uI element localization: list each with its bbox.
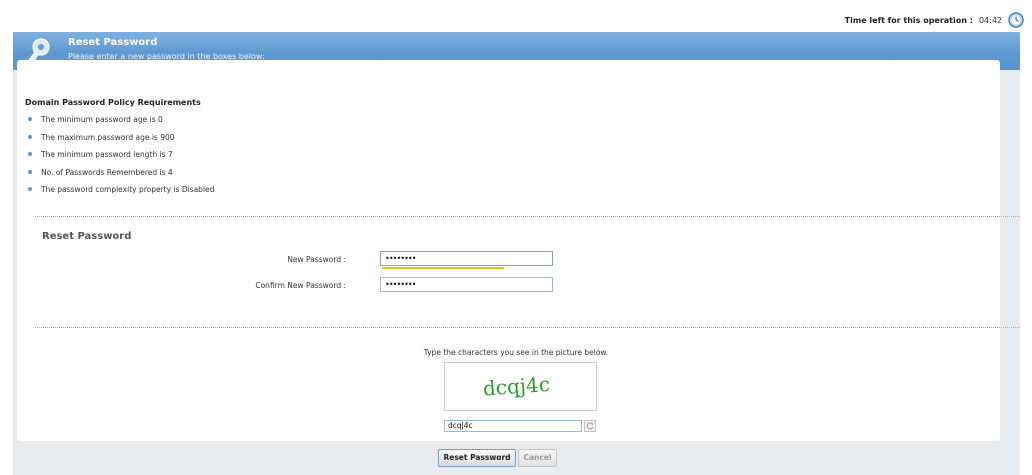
reset-password-button[interactable]: Reset Password xyxy=(438,449,516,467)
new-password-field[interactable]: •••••••• xyxy=(380,251,553,266)
captcha-graphic: dcqj4c xyxy=(482,372,550,401)
confirm-password-field[interactable]: •••••••• xyxy=(380,277,553,292)
timer-label: Time left for this operation : xyxy=(844,15,973,25)
policy-item-text: The password complexity property is Disa… xyxy=(41,185,215,194)
policy-item-text: The minimum password age is 0 xyxy=(41,115,163,124)
timer-value: 04:42 xyxy=(978,15,1002,25)
policy-title: Domain Password Policy Requirements xyxy=(25,98,201,107)
bullet-icon xyxy=(28,152,32,156)
confirm-password-label: Confirm New Password : xyxy=(255,281,346,290)
policy-item-text: No. of Passwords Remembered is 4 xyxy=(41,167,173,177)
bullet-icon xyxy=(28,117,32,121)
bullet-icon xyxy=(28,187,32,191)
clock-icon xyxy=(1008,12,1024,28)
bullet-icon xyxy=(28,169,32,174)
new-password-label: New Password : xyxy=(287,255,346,264)
captcha-text: dcqj4c xyxy=(482,372,550,401)
captcha-image: dcqj4c xyxy=(444,362,597,411)
bullet-icon xyxy=(28,134,32,139)
reset-section-title: Reset Password xyxy=(42,231,132,242)
section-divider xyxy=(35,327,1020,328)
operation-timer: Time left for this operation : 04:42 xyxy=(845,12,1024,28)
password-strength-bar xyxy=(382,267,504,269)
policy-list: The minimum password age is 0 The maximu… xyxy=(25,113,214,201)
policy-item: The password complexity property is Disa… xyxy=(25,183,214,201)
policy-item-text: The maximum password age is 900 xyxy=(41,132,175,142)
captcha-input[interactable]: dcqj4c xyxy=(444,420,582,432)
policy-item-text: The minimum password length is 7 xyxy=(41,150,173,159)
section-divider xyxy=(35,216,1020,217)
policy-item: The minimum password length is 7 xyxy=(25,148,214,166)
page-title: Reset Password xyxy=(68,37,158,48)
captcha-prompt: Type the characters you see in the pictu… xyxy=(423,348,609,357)
refresh-captcha-button[interactable] xyxy=(584,420,596,432)
policy-item: No. of Passwords Remembered is 4 xyxy=(25,166,214,184)
refresh-icon xyxy=(586,422,594,430)
cancel-button[interactable]: Cancel xyxy=(518,449,557,467)
policy-item: The minimum password age is 0 xyxy=(25,113,214,131)
policy-item: The maximum password age is 900 xyxy=(25,131,214,149)
